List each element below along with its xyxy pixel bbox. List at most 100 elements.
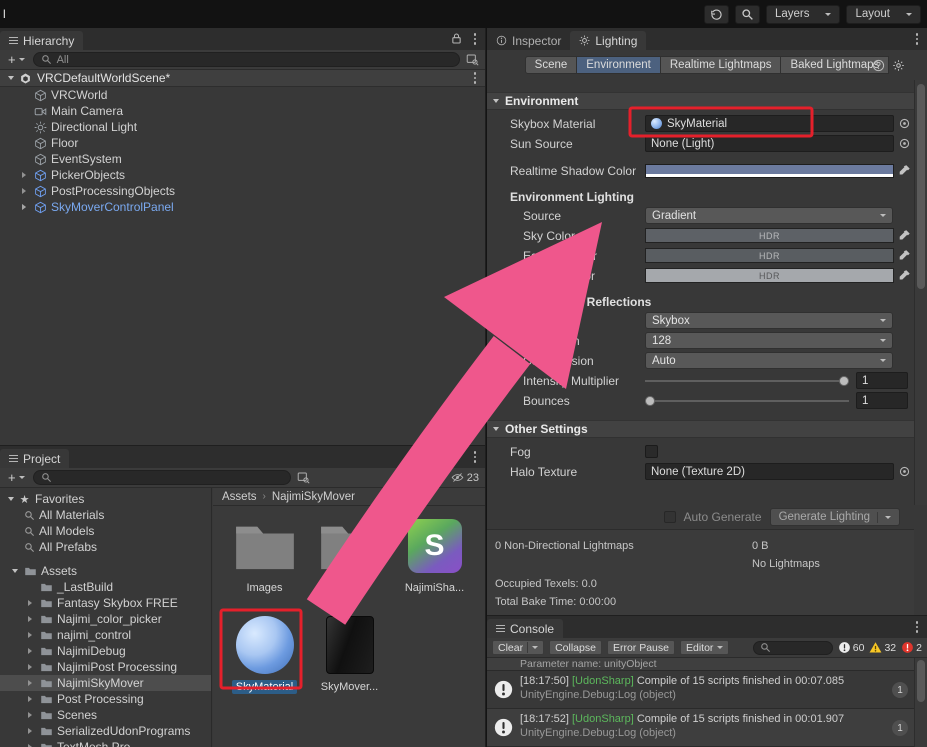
folder-row-scenes[interactable]: Scenes — [0, 707, 211, 723]
foldout-open-icon[interactable] — [12, 569, 18, 573]
folder-row-najimidebug[interactable]: NajimiDebug — [0, 643, 211, 659]
hierarchy-row-eventsystem[interactable]: EventSystem — [0, 151, 485, 167]
resolution-dropdown[interactable]: 128 — [645, 332, 893, 349]
foldout-closed-icon[interactable] — [28, 728, 32, 734]
object-picker-icon[interactable] — [898, 117, 911, 130]
project-search-input[interactable] — [32, 470, 291, 485]
foldout-closed-icon[interactable] — [28, 648, 32, 654]
tab-project[interactable]: Project — [0, 449, 70, 468]
scrollbar-thumb[interactable] — [917, 660, 925, 702]
hidden-packages-toggle[interactable]: 23 — [451, 471, 479, 484]
scene-picker-icon[interactable] — [466, 53, 479, 66]
scene-menu-icon[interactable] — [472, 71, 479, 85]
search-store-icon[interactable] — [297, 471, 310, 484]
folder-row-najimipost-processing[interactable]: NajimiPost Processing — [0, 659, 211, 675]
foldout-closed-icon[interactable] — [28, 664, 32, 670]
foldout-closed-icon[interactable] — [28, 696, 32, 702]
slider-knob[interactable] — [839, 375, 849, 386]
ground-color-swatch[interactable]: HDR — [645, 268, 894, 283]
lighting-menu-icon[interactable] — [914, 32, 921, 46]
open-prefab-arrow-icon[interactable] — [22, 204, 26, 210]
log-entry[interactable]: [18:17:52] [UdonSharp] Compile of 15 scr… — [487, 709, 914, 747]
hierarchy-row-vrcworld[interactable]: VRCWorld — [0, 87, 485, 103]
editor-dropdown[interactable]: Editor — [679, 640, 730, 655]
project-menu-icon[interactable] — [472, 450, 479, 464]
foldout-closed-icon[interactable] — [28, 632, 32, 638]
log-entry[interactable]: [18:17:50] [UdonSharp] Compile of 15 scr… — [487, 671, 914, 709]
folder-row-najimi-control[interactable]: najimi_control — [0, 627, 211, 643]
eyedropper-icon[interactable] — [898, 269, 911, 282]
foldout-open-icon[interactable] — [493, 99, 499, 103]
asset-najimisharp-script[interactable]: S NajimiSha... — [392, 514, 477, 609]
hierarchy-search-input[interactable]: All — [32, 52, 460, 67]
lock-icon[interactable] — [450, 32, 463, 45]
generate-lighting-button[interactable]: Generate Lighting — [769, 508, 900, 526]
tab-inspector[interactable]: Inspector — [487, 31, 570, 50]
auto-generate-checkbox[interactable] — [663, 511, 676, 523]
asset-images-folder[interactable]: Images — [222, 514, 307, 609]
other-settings-section-header[interactable]: Other Settings — [487, 420, 914, 438]
env-lighting-source-dropdown[interactable]: Gradient — [645, 207, 893, 224]
asset-skymaterial[interactable]: SkyMaterial — [222, 613, 307, 708]
error-pause-button[interactable]: Error Pause — [606, 640, 675, 655]
asset-skymover-prefab[interactable]: SkyMover... — [307, 613, 392, 708]
warning-count-toggle[interactable]: 32 — [869, 641, 896, 654]
tab-hierarchy[interactable]: Hierarchy — [0, 31, 84, 50]
eyedropper-icon[interactable] — [898, 249, 911, 262]
add-asset-button[interactable]: + — [6, 470, 27, 485]
folder-row-lastbuild[interactable]: _LastBuild — [0, 579, 211, 595]
subtab-scene[interactable]: Scene — [524, 56, 578, 74]
foldout-closed-icon[interactable] — [28, 680, 32, 686]
scene-header-row[interactable]: VRCDefaultWorldScene* — [0, 70, 485, 87]
foldout-open-icon[interactable] — [8, 76, 14, 80]
bounces-slider[interactable] — [645, 395, 849, 407]
tab-console[interactable]: Console — [487, 619, 564, 638]
foldout-open-icon[interactable] — [493, 427, 499, 431]
equator-color-swatch[interactable]: HDR — [645, 248, 894, 263]
favorite-all-models[interactable]: All Models — [0, 523, 211, 539]
hierarchy-row-skymovercontrolpanel[interactable]: SkyMoverControlPanel — [0, 199, 485, 215]
object-picker-icon[interactable] — [898, 137, 911, 150]
hierarchy-row-postprocessingobjects[interactable]: PostProcessingObjects — [0, 183, 485, 199]
foldout-closed-icon[interactable] — [22, 188, 26, 194]
scrollbar-thumb[interactable] — [917, 84, 925, 289]
subtab-environment[interactable]: Environment — [577, 56, 661, 74]
eyedropper-icon[interactable] — [898, 229, 911, 242]
favorite-all-materials[interactable]: All Materials — [0, 507, 211, 523]
foldout-closed-icon[interactable] — [22, 172, 26, 178]
compression-dropdown[interactable]: Auto — [645, 352, 893, 369]
slider-knob[interactable] — [645, 395, 655, 406]
console-scrollbar[interactable] — [914, 658, 927, 747]
layers-dropdown[interactable]: Layers — [765, 4, 841, 24]
skybox-material-field[interactable]: SkyMaterial — [645, 115, 894, 132]
asset-scripts-folder[interactable]: Scripts — [307, 514, 392, 609]
environment-section-header[interactable]: Environment — [487, 92, 914, 110]
console-menu-icon[interactable] — [914, 620, 921, 634]
subtab-realtime-lightmaps[interactable]: Realtime Lightmaps — [660, 56, 782, 74]
tab-lighting[interactable]: Lighting — [570, 31, 647, 50]
gear-icon[interactable] — [892, 59, 905, 72]
folder-row-najimiskymover[interactable]: NajimiSkyMover — [0, 675, 211, 691]
object-picker-icon[interactable] — [898, 465, 911, 478]
collab-history-button[interactable] — [703, 4, 729, 24]
folder-row-najimi-color-picker[interactable]: Najimi_color_picker — [0, 611, 211, 627]
hierarchy-menu-icon[interactable] — [472, 32, 479, 46]
folder-row-post-processing[interactable]: Post Processing — [0, 691, 211, 707]
hierarchy-row-floor[interactable]: Floor — [0, 135, 485, 151]
foldout-open-icon[interactable] — [8, 497, 14, 501]
error-count-toggle[interactable]: 2 — [901, 641, 922, 654]
breadcrumb-root[interactable]: Assets — [222, 491, 257, 503]
hierarchy-row-pickerobjects[interactable]: PickerObjects — [0, 167, 485, 183]
clear-button[interactable]: Clear — [492, 640, 545, 655]
hierarchy-row-directional-light[interactable]: Directional Light — [0, 119, 485, 135]
info-count-toggle[interactable]: 60 — [838, 641, 864, 654]
halo-texture-field[interactable]: None (Texture 2D) — [645, 463, 894, 480]
help-icon[interactable] — [872, 59, 885, 72]
add-gameobject-button[interactable]: + — [6, 52, 27, 67]
sky-color-swatch[interactable]: HDR — [645, 228, 894, 243]
favorites-header-row[interactable]: ★ Favorites — [0, 491, 211, 507]
fog-checkbox[interactable] — [645, 445, 658, 458]
intensity-multiplier-slider[interactable] — [645, 375, 849, 387]
intensity-multiplier-value[interactable]: 1 — [856, 372, 908, 389]
foldout-closed-icon[interactable] — [28, 712, 32, 718]
